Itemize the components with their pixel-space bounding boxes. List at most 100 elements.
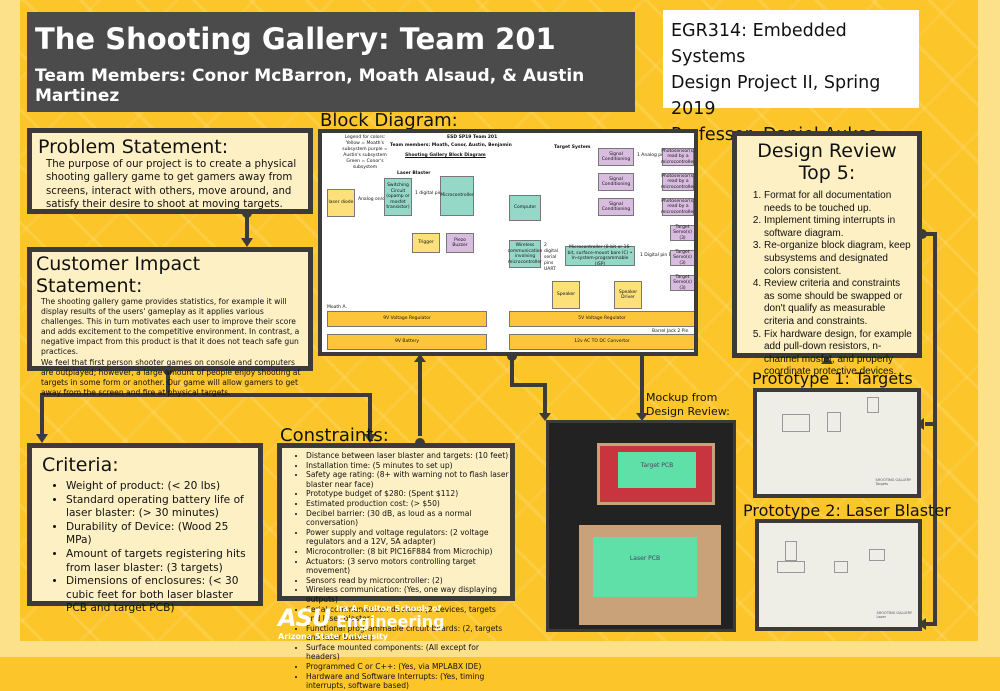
bd-9v-regulator: 9V Voltage Regulator — [327, 311, 487, 327]
criteria-item: Durability of Device: (Wood 25 MPa) — [66, 521, 248, 548]
constraint-item: Programmed C or C++: (Yes, via MPLABX ID… — [306, 662, 510, 672]
engineering-name: Engineering — [336, 612, 445, 631]
constraint-item: Microcontroller: (8 bit PIC16F884 from M… — [306, 547, 510, 557]
design-review-item: Implement timing interrupts in software … — [764, 215, 912, 240]
bd-laser-section: Laser Blaster — [397, 171, 431, 176]
prototype-2-drawing: SHOOTING GALLERY Laser — [755, 519, 922, 631]
criteria-item: Standard operating battery life of laser… — [66, 494, 248, 521]
constraint-item: Actuators: (3 servo motors controlling t… — [306, 557, 510, 576]
target-cardboard: Target PCB — [597, 443, 715, 505]
target-part-sketch — [827, 412, 841, 432]
bd-team: Team members: Moath, Conor, Austin, Benj… — [390, 143, 512, 148]
design-review-item: Review criteria and constraints as some … — [764, 278, 912, 328]
bd-5v-regulator: 5V Voltage Regulator — [509, 311, 694, 327]
course-info: EGR314: Embedded Systems Design Project … — [663, 10, 919, 145]
target-part-sketch — [867, 397, 879, 413]
criteria-item: Dimensions of enclosures: (< 30 cubic fe… — [66, 575, 248, 616]
bd-wireless: Wireless communication involving microco… — [508, 240, 542, 268]
bd-signal-conditioning: Signal Conditioning — [598, 198, 634, 216]
constraint-item: Power supply and voltage regulators: (2 … — [306, 528, 510, 547]
bd-switching: Switching Circuit (opamp or mosfet trans… — [384, 178, 412, 216]
laser-cardboard: Laser PCB — [579, 525, 721, 625]
prototype-2-title-block: SHOOTING GALLERY Laser — [876, 611, 912, 619]
customer-impact-panel: Customer Impact Statement: The shooting … — [27, 247, 313, 397]
mockup-label: Mockup from Design Review: — [646, 391, 730, 418]
bd-computer: Computer — [509, 195, 541, 221]
criteria-item: Amount of targets registering hits from … — [66, 548, 248, 575]
laser-part-sketch — [777, 561, 805, 573]
block-diagram-title: Block Diagram: — [320, 110, 458, 131]
sheet-name: Laser — [876, 615, 886, 619]
laser-part-sketch — [869, 549, 885, 561]
poster-title: The Shooting Gallery: Team 201 — [35, 22, 556, 56]
design-review-title: Design Review Top 5: — [757, 140, 897, 184]
constraint-item: Installation time: (5 minutes to set up) — [306, 461, 510, 471]
bd-microcontroller: Microcontroller — [440, 176, 474, 216]
problem-title: Problem Statement: — [38, 136, 229, 158]
constraint-item: Estimated production cost: (> $50) — [306, 499, 510, 509]
constraint-item: Distance between laser blaster and targe… — [306, 451, 510, 461]
impact-paragraph-1: The shooting gallery game provides stati… — [41, 297, 300, 357]
bd-buzzer: Piezo Buzzer — [446, 233, 474, 253]
mockup-photo: Target PCB Laser PCB — [546, 420, 736, 632]
constraint-item: Safety age rating: (8+ with warning not … — [306, 470, 510, 489]
laser-part-sketch — [785, 541, 797, 561]
impact-paragraph-2: We feel that first person shooter games … — [41, 357, 301, 397]
bd-laser-diode: laser diode — [327, 189, 355, 217]
criteria-item: Weight of product: (< 20 lbs) — [66, 480, 248, 494]
bd-signal-conditioning: Signal Conditioning — [598, 148, 634, 166]
laser-pcb-note: Laser PCB — [593, 537, 697, 597]
bd-legend: Legend for colors: Yellow = Moath's subs… — [342, 135, 388, 170]
problem-statement-panel: Problem Statement: The purpose of our pr… — [27, 128, 313, 214]
bd-target-section: Target System — [554, 145, 591, 150]
criteria-title: Criteria: — [42, 454, 119, 476]
laser-part-sketch — [834, 561, 848, 573]
constraints-list: Distance between laser blaster and targe… — [282, 448, 510, 691]
design-review-item: Format for all documentation needs to be… — [764, 190, 912, 215]
design-review-list: Format for all documentation needs to be… — [740, 190, 914, 379]
bd-photosensor: Photosensor(s) read by a microcontroller — [660, 173, 696, 191]
target-part-sketch — [782, 414, 810, 432]
problem-text: The purpose of our project is to create … — [46, 159, 297, 211]
bd-trigger: Trigger — [412, 233, 440, 253]
poster-header: The Shooting Gallery: Team 201 Team Memb… — [27, 12, 635, 112]
criteria-panel: Criteria: Weight of product: (< 20 lbs) … — [27, 443, 263, 614]
bd-servo: Target Servo(s) (3) — [670, 225, 694, 241]
bd-servo: Target Servo(s) (3) — [670, 250, 694, 266]
bd-header: ESD SP19 Team 201 — [447, 135, 498, 140]
team-members: Team Members: Conor McBarron, Moath Alsa… — [35, 66, 585, 106]
constraint-item: Hardware and Software Interrupts: (Yes, … — [306, 672, 510, 691]
university-name: Arizona State University — [278, 632, 388, 641]
constraints-panel: Distance between laser blaster and targe… — [277, 443, 515, 690]
course-line-2: Design Project II, Spring 2019 — [671, 73, 881, 119]
bd-converter: 12v AC TO DC Convertor — [509, 334, 694, 350]
bd-speaker-driver: Speaker Driver — [614, 281, 642, 309]
design-review-panel: Design Review Top 5: Format for all docu… — [732, 131, 922, 377]
bd-servo: Target Servo(s) (3) — [670, 275, 694, 291]
bd-9v-battery: 9V Battery — [327, 334, 487, 350]
asu-mark: ASU — [278, 604, 331, 632]
criteria-list: Weight of product: (< 20 lbs) Standard o… — [42, 480, 248, 616]
block-diagram: ESD SP19 Team 201 Team members: Moath, C… — [318, 129, 698, 356]
constraint-item: Wireless communication: (Yes, one way di… — [306, 585, 510, 604]
bd-uart: 2 digital serial pins UART — [544, 243, 558, 272]
bd-photosensor: Photosensor(s) read by a microcontroller — [660, 148, 696, 166]
prototype-1-title-block: SHOOTING GALLERY Targets — [875, 478, 911, 486]
bd-signal-conditioning: Signal Conditioning — [598, 173, 634, 191]
design-review-item: Re-organize block diagram, keep subsyste… — [764, 240, 912, 278]
bd-title: Shooting Gallery Block Diagram — [405, 153, 486, 158]
prototype-1-drawing: SHOOTING GALLERY Targets — [753, 388, 921, 498]
bd-photosensor: Photosensor(s) read by a microcontroller — [660, 198, 696, 216]
sheet-name: Targets — [875, 482, 889, 486]
constraint-item: Decibel barrier: (30 dB, as loud as a no… — [306, 509, 510, 528]
target-pcb-note: Target PCB — [618, 452, 696, 488]
constraint-item: Sensors read by microcontroller: (2) — [306, 576, 510, 586]
impact-title: Customer Impact Statement: — [36, 253, 201, 297]
prototype-2-label: Prototype 2: Laser Blaster — [743, 501, 951, 520]
bd-target-mcu: Microcontroller (8-bit or 16-bit, surfac… — [565, 245, 635, 267]
bd-digital-pin: 1 digital pin — [415, 191, 442, 196]
bd-speaker: Speaker — [552, 281, 580, 309]
course-line-1: EGR314: Embedded Systems — [671, 21, 847, 67]
constraint-item: Prototype budget of $280: (Spent $112) — [306, 489, 510, 499]
prototype-1-label: Prototype 1: Targets — [752, 369, 913, 388]
